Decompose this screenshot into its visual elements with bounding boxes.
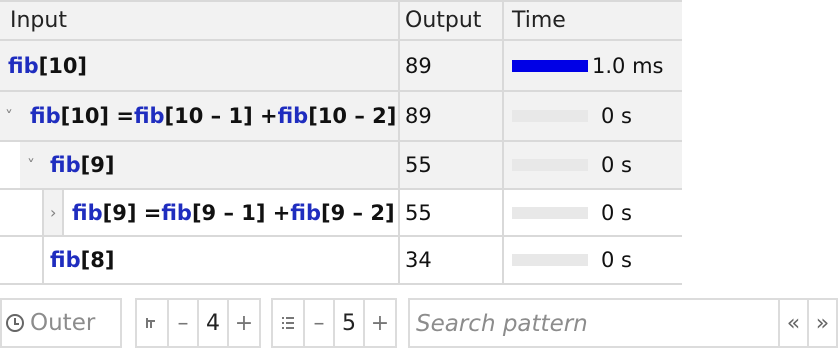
time-value: 0 s (601, 153, 632, 177)
table-header: Input Output Time (0, 0, 682, 41)
depth-stepper: – 4 + (135, 298, 261, 348)
expression-text: [8] (80, 248, 115, 272)
input-expression: fib [10] = fib [10 – 1] + fib [10 – 2] (30, 92, 396, 140)
output-cell: 55 (398, 142, 502, 188)
outer-button-label: Outer (30, 310, 96, 336)
chevron-right-icon[interactable]: › (50, 190, 56, 235)
input-cell: ˅ fib [9] (0, 142, 398, 188)
header-output[interactable]: Output (398, 2, 502, 39)
table-row[interactable]: fib [8] 34 0 s (0, 237, 682, 285)
input-expression: fib [9] = fib [9 – 1] + fib [9 – 2] (72, 190, 395, 235)
count-decrement-button[interactable]: – (303, 300, 333, 346)
count-stepper: – 5 + (271, 298, 397, 348)
time-bar-fill (512, 59, 588, 72)
search-navigation: « » (778, 300, 836, 346)
function-name: fib (161, 200, 192, 225)
header-input[interactable]: Input (0, 2, 398, 39)
toolbar: Outer – 4 + – 5 + « » (0, 298, 838, 350)
outer-button[interactable]: Outer (0, 298, 122, 348)
header-time[interactable]: Time (502, 2, 682, 39)
clock-icon (6, 314, 24, 332)
expression-text: [10] (38, 53, 88, 78)
time-cell: 0 s (502, 142, 682, 188)
time-bar (512, 206, 588, 219)
function-name: fib (133, 104, 165, 128)
output-cell: 34 (398, 237, 502, 283)
time-bar (512, 110, 588, 122)
expression-text: [9] (80, 153, 115, 177)
expression-text: [9] = (102, 200, 162, 225)
time-bar (512, 254, 588, 266)
time-cell: 0 s (502, 190, 682, 235)
expression-text: [10] = (60, 104, 134, 128)
search-input[interactable] (410, 300, 780, 348)
input-cell: ˅ fib [10] = fib [10 – 1] + fib [10 – 2] (0, 92, 398, 140)
next-match-button[interactable]: » (807, 300, 836, 346)
table-row[interactable]: ˅ fib [9] 55 0 s (0, 142, 682, 190)
input-expression: fib [8] (50, 237, 114, 283)
input-cell: fib [10] (0, 41, 398, 90)
table-row[interactable]: ˅ fib [10] = fib [10 – 1] + fib [10 – 2] 89… (0, 92, 682, 142)
previous-match-button[interactable]: « (778, 300, 807, 346)
expression-text: [9 – 2] (321, 200, 395, 225)
expression-text: [9 – 1] + (191, 200, 291, 225)
tree-depth-icon (137, 300, 167, 346)
time-value: 0 s (601, 104, 632, 128)
output-cell: 89 (398, 41, 502, 90)
input-expression: fib [9] (50, 142, 114, 188)
indent-spacer (0, 142, 20, 188)
function-name: fib (277, 104, 309, 128)
search-box: « » (408, 298, 838, 348)
output-cell: 55 (398, 190, 502, 235)
depth-decrement-button[interactable]: – (167, 300, 197, 346)
chevron-down-icon[interactable]: ˅ (5, 92, 13, 140)
function-name: fib (50, 248, 81, 272)
time-value: 0 s (601, 248, 632, 272)
function-name: fib (290, 200, 321, 225)
time-cell: 0 s (502, 237, 682, 283)
count-value: 5 (333, 300, 363, 346)
chevron-down-icon[interactable]: ˅ (27, 142, 35, 188)
count-increment-button[interactable]: + (363, 300, 395, 346)
output-cell: 89 (398, 92, 502, 140)
input-cell: fib [8] (0, 237, 398, 283)
expression-text: [10 – 1] + (164, 104, 278, 128)
trace-view: Input Output Time fib [10] 89 1.0 ms ˅ fi… (0, 0, 838, 352)
time-value: 0 s (601, 200, 632, 225)
function-name: fib (8, 53, 39, 78)
input-cell: › fib [9] = fib [9 – 1] + fib [9 – 2] (0, 190, 398, 235)
indent-guide (42, 237, 44, 283)
time-cell: 0 s (502, 92, 682, 140)
time-value: 1.0 ms (592, 53, 664, 78)
function-name: fib (30, 104, 61, 128)
table-row[interactable]: fib [10] 89 1.0 ms (0, 41, 682, 92)
time-bar (512, 59, 588, 72)
time-bar (512, 159, 588, 171)
function-name: fib (72, 200, 103, 225)
time-cell: 1.0 ms (502, 41, 682, 90)
depth-value: 4 (197, 300, 227, 346)
depth-increment-button[interactable]: + (227, 300, 259, 346)
input-expression: fib [10] (8, 41, 87, 90)
table-row[interactable]: › fib [9] = fib [9 – 1] + fib [9 – 2] 55 0 … (0, 190, 682, 237)
list-icon (273, 300, 303, 346)
expression-text: [10 – 2] (308, 104, 397, 128)
function-name: fib (50, 153, 81, 177)
